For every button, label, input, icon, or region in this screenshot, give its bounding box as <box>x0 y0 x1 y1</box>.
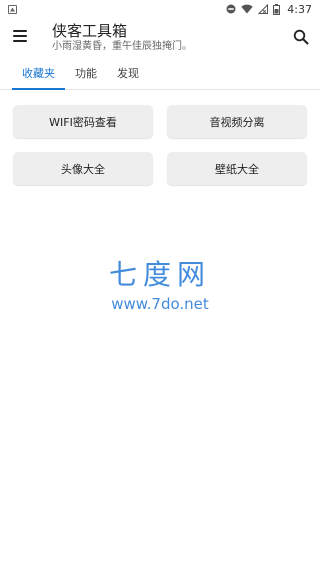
watermark-url: www.7do.net <box>111 295 209 313</box>
battery-icon <box>273 3 281 15</box>
app-title: 侠客工具箱 <box>52 22 128 40</box>
menu-icon-bar <box>13 40 27 42</box>
favorites-grid: WIFI密码查看 音视频分离 头像大全 壁纸大全 <box>13 105 307 185</box>
wifi-icon <box>241 4 253 14</box>
status-left <box>8 2 17 17</box>
tab-favorites[interactable]: 收藏夹 <box>12 62 65 90</box>
wallpaper-collection-button[interactable]: 壁纸大全 <box>167 152 307 185</box>
status-right: 4:37 <box>226 3 312 16</box>
tab-bar: 收藏夹 功能 发现 <box>0 62 320 90</box>
wifi-password-button[interactable]: WIFI密码查看 <box>13 105 153 138</box>
tab-discover[interactable]: 发现 <box>107 62 149 90</box>
image-notification-icon <box>8 4 17 14</box>
do-not-disturb-icon <box>226 4 236 14</box>
audio-video-split-button[interactable]: 音视频分离 <box>167 105 307 138</box>
avatar-collection-button[interactable]: 头像大全 <box>13 152 153 185</box>
title-block: 侠客工具箱 小雨湿黄昏，重午佳辰独掩门。 <box>52 22 192 54</box>
tab-functions[interactable]: 功能 <box>65 62 107 90</box>
app-screen: 4:37 侠客工具箱 小雨湿黄昏，重午佳辰独掩门。 收藏夹 功能 发现 WIFI… <box>0 0 320 568</box>
watermark: 七度网 www.7do.net <box>0 258 320 314</box>
menu-button[interactable] <box>8 24 32 48</box>
search-icon <box>293 29 309 45</box>
search-button[interactable] <box>290 26 312 48</box>
status-bar: 4:37 <box>0 0 320 18</box>
status-time: 4:37 <box>287 2 312 16</box>
app-subtitle: 小雨湿黄昏，重午佳辰独掩门。 <box>52 41 192 52</box>
menu-icon-bar <box>13 35 27 37</box>
menu-icon-bar <box>13 30 27 32</box>
app-bar: 侠客工具箱 小雨湿黄昏，重午佳辰独掩门。 <box>0 18 320 58</box>
watermark-name: 七度网 <box>108 258 211 291</box>
no-signal-icon <box>258 4 269 14</box>
